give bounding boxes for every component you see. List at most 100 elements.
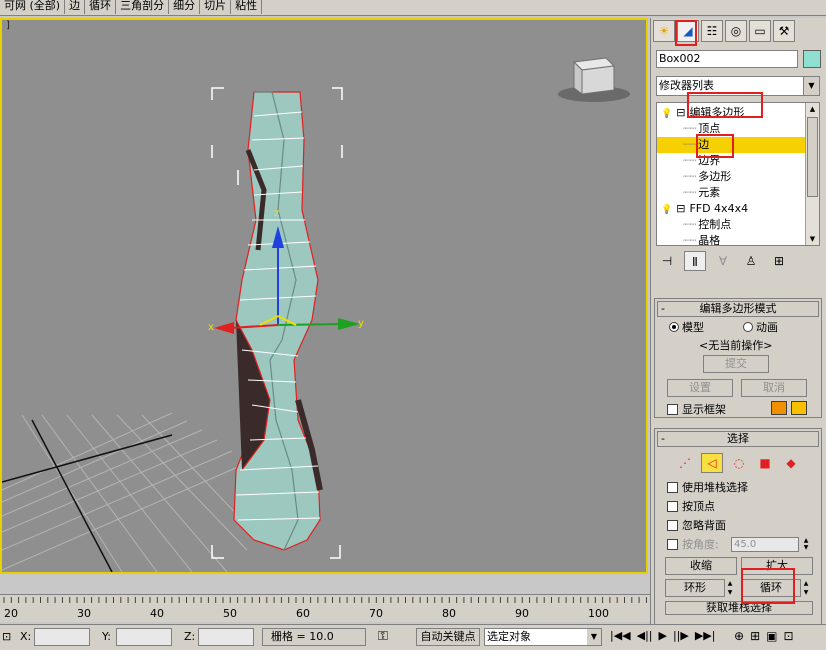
edge-mode-icon[interactable]: ◁ [701, 453, 723, 473]
motion-tab-icon[interactable]: ◎ [725, 20, 747, 42]
lightbulb-icon[interactable]: 💡 [661, 109, 672, 119]
pin-stack-icon[interactable]: ⊣ [656, 251, 678, 271]
lightbulb-icon[interactable]: 💡 [661, 205, 672, 215]
toolbar-item[interactable]: 细分 [169, 0, 201, 14]
expand-icon[interactable]: ⊟ [676, 202, 685, 215]
collapse-icon[interactable]: - [661, 302, 665, 316]
next-frame-icon[interactable]: ||▶ [673, 629, 689, 642]
go-to-end-icon[interactable]: ▶▶| [695, 629, 716, 642]
loop-spinner-icon[interactable]: ▲ ▼ [801, 579, 811, 597]
by-vertex-check-icon[interactable] [667, 501, 678, 512]
zoom-region-icon[interactable]: ⊞ [750, 629, 760, 643]
scroll-thumb[interactable] [807, 117, 818, 197]
animation-radio[interactable]: 动画 [743, 321, 778, 335]
timeline-ruler[interactable]: 20 30 40 50 60 70 80 90 100 [0, 594, 650, 622]
perspective-viewport[interactable]: ] x y z [0, 18, 648, 574]
ground-grid [2, 412, 248, 572]
ruler-ticks [3, 597, 647, 603]
viewcube-icon [558, 57, 630, 102]
angle-spinner-arrows-icon[interactable]: ▲ ▼ [801, 537, 811, 552]
stack-item[interactable]: ┈┈ 控制点 [657, 217, 805, 233]
display-tab-icon[interactable]: ▭ [749, 20, 771, 42]
object-name-field[interactable]: Box002 [656, 50, 798, 68]
cage-color-swatch-1[interactable] [771, 401, 787, 415]
settings-button[interactable]: 设置 [667, 379, 733, 397]
toolbar-item[interactable]: 边 [65, 0, 86, 14]
angle-spinner[interactable]: 45.0 [731, 537, 799, 552]
shrink-button[interactable]: 收缩 [665, 557, 737, 575]
remove-modifier-icon[interactable]: ♙ [740, 251, 762, 271]
cage-color-swatch-2[interactable] [791, 401, 807, 415]
z-coordinate-field[interactable] [198, 628, 254, 646]
absolute-mode-icon[interactable]: ⊡ [2, 630, 11, 643]
scroll-up-icon[interactable]: ▲ [806, 103, 819, 115]
key-filter-dropdown[interactable]: 选定对象 ▼ [484, 628, 602, 646]
ruler-tick-label: 50 [223, 607, 237, 620]
ignore-backfacing-checkbox[interactable]: 忽略背面 [667, 519, 726, 533]
vertex-mode-icon[interactable]: ⋰ [675, 453, 695, 473]
element-mode-icon[interactable]: ◆ [781, 453, 801, 473]
expand-icon[interactable]: ⊟ [676, 106, 685, 119]
auto-key-button[interactable]: 自动关键点 [416, 628, 480, 646]
stack-item[interactable]: ┈┈ 晶格 [657, 233, 805, 246]
use-stack-check-icon[interactable] [667, 482, 678, 493]
hierarchy-tab-icon[interactable]: ☷ [701, 20, 723, 42]
y-coordinate-field[interactable] [116, 628, 172, 646]
selection-title[interactable]: - 选择 [657, 431, 819, 447]
previous-frame-icon[interactable]: ◀|| [637, 629, 653, 642]
zoom-icon[interactable]: ⊕ [734, 629, 744, 643]
by-angle-check-icon[interactable] [667, 539, 678, 550]
show-end-result-icon[interactable]: Ⅱ [684, 251, 706, 271]
zoom-extents-icon[interactable]: ▣ [766, 629, 777, 643]
toolbar-item[interactable]: 粘性 [231, 0, 263, 14]
status-bar: ⊡ X: Y: Z: 栅格 = 10.0 ⚿ 自动关键点 选定对象 ▼ |◀◀ … [0, 624, 826, 650]
model-radio-icon[interactable] [669, 322, 679, 332]
modifier-stack[interactable]: 💡 ⊟ 编辑多边形 ┈┈ 顶点 ┈┈ 边 ┈┈ 边界 ┈┈ 多边形 ┈┈ 元素 💡 ⊟ FFD 4x4x4 ┈┈… [656, 102, 820, 246]
show-cage-check-icon[interactable] [667, 404, 678, 415]
collapse-icon[interactable]: - [661, 432, 665, 446]
toolbar-item[interactable]: 可网 (全部) [0, 0, 66, 14]
stack-item-label: 多边形 [698, 170, 732, 183]
grid-size-readout: 栅格 = 10.0 [262, 628, 366, 646]
toolbar-item[interactable]: 三角剖分 [116, 0, 170, 14]
commit-button[interactable]: 提交 [703, 355, 769, 373]
maximize-viewport-icon[interactable]: ⊡ [783, 629, 793, 643]
toolbar-item[interactable]: 切片 [200, 0, 232, 14]
polygon-mode-icon[interactable]: ■ [755, 453, 775, 473]
utilities-tab-icon[interactable]: ⚒ [773, 20, 795, 42]
show-cage-checkbox[interactable]: 显示框架 [667, 403, 726, 417]
stack-scrollbar[interactable]: ▲ ▼ [805, 103, 819, 245]
y-label: Y: [102, 630, 111, 643]
toolbar-item[interactable]: 循环 [85, 0, 117, 14]
edit-poly-mode-title[interactable]: - 编辑多边形模式 [657, 301, 819, 317]
tree-line-icon: ┈┈ [683, 234, 697, 246]
make-unique-icon[interactable]: ∀ [712, 251, 734, 271]
by-angle-checkbox[interactable]: 按角度: [667, 538, 719, 552]
ruler-tick-label: 20 [4, 607, 18, 620]
scroll-down-icon[interactable]: ▼ [806, 233, 819, 245]
use-stack-checkbox[interactable]: 使用堆栈选择 [667, 481, 748, 495]
stack-item[interactable]: ┈┈ 元素 [657, 185, 805, 201]
animation-radio-icon[interactable] [743, 322, 753, 332]
ring-spinner-icon[interactable]: ▲ ▼ [725, 579, 735, 597]
ignore-backfacing-check-icon[interactable] [667, 520, 678, 531]
x-coordinate-field[interactable] [34, 628, 90, 646]
chevron-down-icon[interactable]: ▼ [803, 77, 819, 95]
configure-sets-icon[interactable]: ⊞ [768, 251, 790, 271]
stack-item[interactable]: 💡 ⊟ FFD 4x4x4 [657, 201, 805, 217]
border-mode-icon[interactable]: ◌ [729, 453, 749, 473]
cancel-button[interactable]: 取消 [741, 379, 807, 397]
model-radio[interactable]: 模型 [669, 321, 704, 335]
highlight-edge [696, 134, 734, 158]
play-icon[interactable]: ▶ [659, 629, 667, 642]
ring-button[interactable]: 环形 [665, 579, 725, 597]
by-vertex-checkbox[interactable]: 按顶点 [667, 500, 715, 514]
create-tab-icon[interactable]: ☀ [653, 20, 675, 42]
stack-item[interactable]: ┈┈ 多边形 [657, 169, 805, 185]
command-panel: ☀ ◢ ☷ ◎ ▭ ⚒ Box002 修改器列表 ▼ 💡 ⊟ 编辑多边形 ┈┈ 顶点 ┈┈… [650, 18, 826, 650]
set-key-icon[interactable]: ⚿ [378, 629, 388, 644]
go-to-start-icon[interactable]: |◀◀ [610, 629, 631, 642]
object-color-swatch[interactable] [803, 50, 821, 68]
ruler-tick-label: 30 [77, 607, 91, 620]
chevron-down-icon[interactable]: ▼ [587, 629, 601, 645]
